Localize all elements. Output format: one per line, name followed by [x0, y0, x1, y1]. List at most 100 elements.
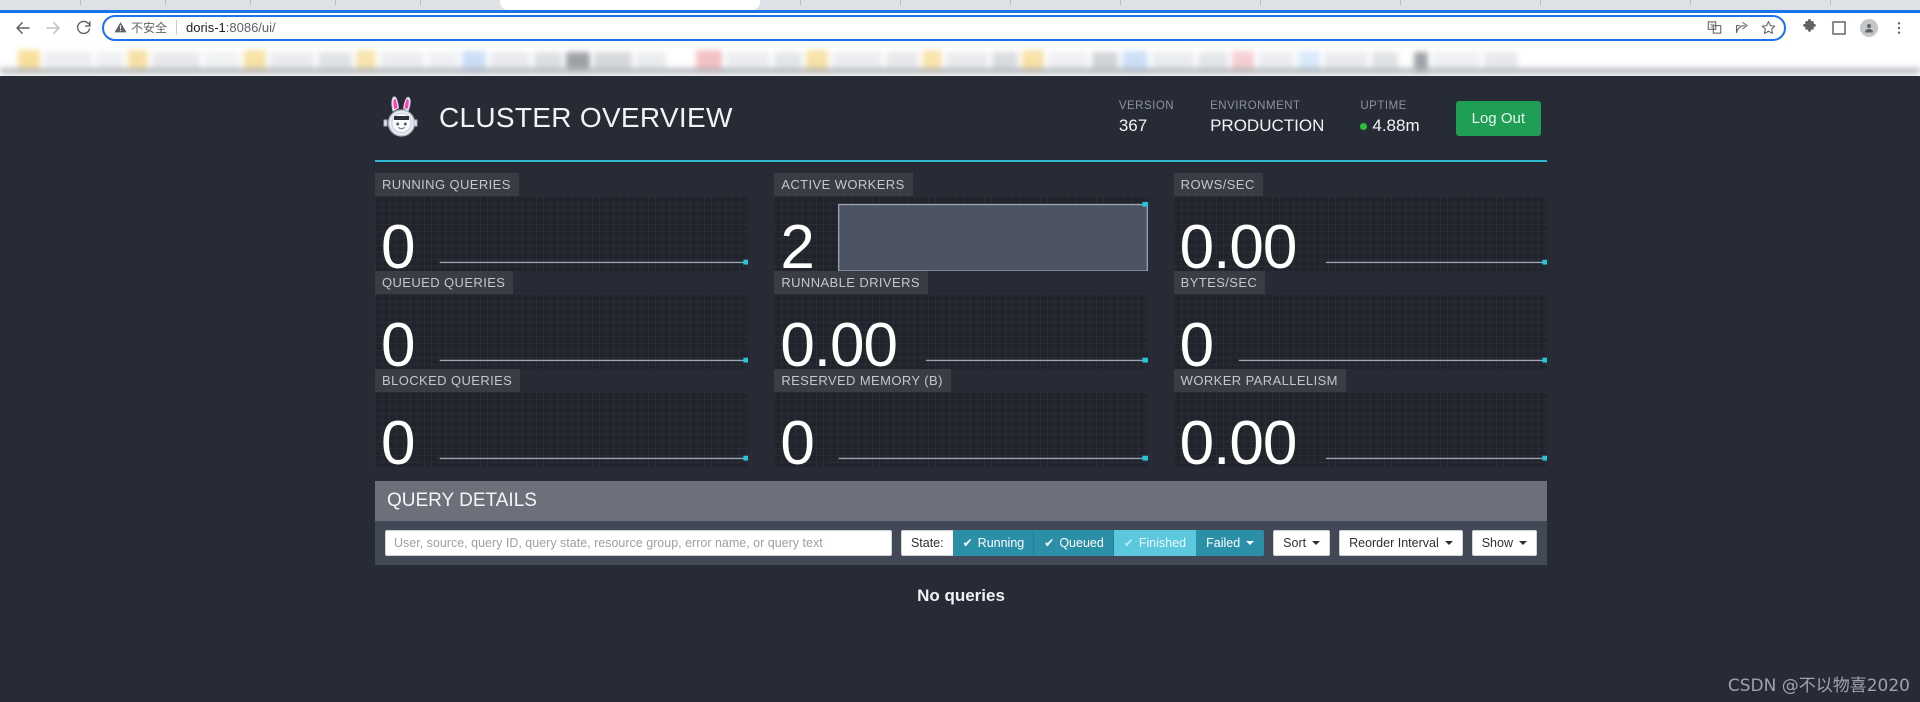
stat-tile-queued-queries: QUEUED QUERIES 0 [375, 271, 749, 370]
sparkline-endpoint [1542, 357, 1547, 363]
tile-label: BYTES/SEC [1173, 271, 1266, 294]
tab-strip[interactable] [0, 0, 1920, 10]
state-filter-failed[interactable]: Failed [1196, 530, 1265, 556]
tile-body: 0.00 [1173, 196, 1547, 272]
cluster-stat-grid: RUNNING QUERIES 0 ACTIVE WORKERS 2 ROWS/… [375, 162, 1547, 467]
cluster-overview-page: CLUSTER OVERVIEW VERSION 367 ENVIRONMENT… [0, 76, 1920, 702]
tile-value: 0.00 [780, 311, 898, 370]
security-status-label: 不安全 [131, 21, 168, 35]
browser-toolbar: 不安全 doris-1:8086/ui/ 文 [0, 13, 1920, 42]
bunny-astronaut-logo-icon [381, 95, 423, 141]
back-icon[interactable] [8, 15, 38, 41]
tile-value: 0 [381, 409, 415, 468]
tile-label: WORKER PARALLELISM [1173, 369, 1346, 392]
account-avatar-icon[interactable] [1856, 15, 1882, 41]
state-filter-group: State: ✔ Running ✔ Queued ✔ Finished Fai… [900, 530, 1265, 556]
header-stat-environment: ENVIRONMENT PRODUCTION [1210, 100, 1324, 136]
state-filter-queued[interactable]: ✔ Queued [1034, 530, 1114, 556]
sort-dropdown-label: Sort [1283, 536, 1307, 550]
uptime-value: 4.88m [1372, 116, 1420, 135]
header-stat-uptime: UPTIME 4.88m [1360, 100, 1420, 136]
reorder-interval-dropdown[interactable]: Reorder Interval [1339, 530, 1463, 556]
star-icon[interactable] [1761, 20, 1776, 35]
query-details-filter-bar: User, source, query ID, query state, res… [375, 521, 1547, 565]
tile-label: RESERVED MEMORY (B) [774, 369, 951, 392]
tile-body: 0 [375, 294, 749, 370]
stat-tile-worker-parallelism: WORKER PARALLELISM 0.00 [1173, 369, 1547, 468]
omnibox-divider [176, 20, 178, 35]
chevron-down-icon [1519, 541, 1527, 545]
page-title: CLUSTER OVERVIEW [439, 102, 733, 133]
reorder-interval-dropdown-label: Reorder Interval [1349, 536, 1439, 550]
puzzle-piece-icon[interactable] [1796, 15, 1822, 41]
address-bar-url[interactable]: doris-1:8086/ui/ [186, 20, 276, 35]
svg-text:文: 文 [1710, 23, 1715, 30]
status-dot-icon [1360, 123, 1368, 131]
tile-value: 0.00 [1179, 409, 1298, 468]
search-input[interactable]: User, source, query ID, query state, res… [385, 530, 892, 556]
uptime-label: UPTIME [1360, 100, 1407, 112]
tile-label: RUNNING QUERIES [375, 173, 519, 196]
sparkline-endpoint [743, 357, 749, 363]
reload-icon[interactable] [68, 15, 98, 41]
uptime-value-wrap: 4.88m [1360, 116, 1420, 136]
browser-tab-active[interactable] [500, 0, 760, 10]
tile-value: 0 [1179, 311, 1214, 370]
version-value: 367 [1118, 116, 1148, 135]
tile-body: 0 [375, 196, 749, 271]
query-details-panel: QUERY DETAILS User, source, query ID, qu… [375, 481, 1547, 627]
tile-value: 0 [381, 311, 415, 370]
forward-icon[interactable] [38, 15, 68, 41]
environment-value: PRODUCTION [1210, 116, 1325, 135]
bookmarks-bar-blurred[interactable] [0, 42, 1920, 76]
share-icon[interactable] [1734, 20, 1749, 35]
sparkline-endpoint [1142, 201, 1148, 207]
chevron-down-icon [1246, 541, 1255, 545]
tile-value: 0 [780, 409, 814, 468]
three-dot-menu-icon[interactable] [1886, 15, 1912, 41]
check-icon: ✔ [1044, 536, 1055, 550]
query-list-empty-state: No queries [375, 565, 1547, 627]
stat-tile-active-workers: ACTIVE WORKERS 2 [774, 173, 1148, 272]
browser-window: 不安全 doris-1:8086/ui/ 文 CLUSTER OVERVIEW … [0, 0, 1920, 702]
check-icon: ✔ [962, 536, 973, 550]
query-details-title: QUERY DETAILS [375, 481, 1547, 521]
tile-label: BLOCKED QUERIES [375, 369, 521, 392]
state-filter-finished[interactable]: ✔ Finished [1113, 530, 1197, 556]
tile-body: 0.00 [1173, 392, 1547, 468]
empty-message: No queries [917, 586, 1005, 605]
stat-tile-running-queries: RUNNING QUERIES 0 [375, 173, 749, 271]
tile-value: 0.00 [1179, 213, 1298, 272]
warning-triangle-icon [114, 21, 127, 34]
environment-label: ENVIRONMENT [1210, 100, 1301, 112]
sparkline-endpoint [743, 259, 749, 265]
tile-body: 0 [375, 392, 749, 468]
csdn-watermark: CSDN @不以物喜2020 [1727, 676, 1910, 696]
header-stat-version: VERSION 367 [1119, 100, 1174, 136]
show-dropdown[interactable]: Show [1471, 530, 1537, 556]
address-bar[interactable]: 不安全 doris-1:8086/ui/ 文 [102, 14, 1786, 41]
stat-tile-blocked-queries: BLOCKED QUERIES 0 [375, 369, 749, 468]
url-host: doris-1 [186, 20, 226, 35]
stat-tile-reserved-memory: RESERVED MEMORY (B) 0 [774, 369, 1148, 468]
check-icon: ✔ [1123, 536, 1134, 550]
tile-label: QUEUED QUERIES [375, 271, 514, 294]
chevron-down-icon [1312, 541, 1321, 545]
tile-value: 2 [780, 213, 814, 272]
tile-label: ACTIVE WORKERS [774, 173, 913, 196]
url-path: :8086/ui/ [225, 20, 276, 35]
state-filter-running[interactable]: ✔ Running [952, 530, 1035, 556]
state-filter-queued-label: Queued [1059, 536, 1104, 550]
tile-label: ROWS/SEC [1173, 173, 1263, 196]
sort-dropdown[interactable]: Sort [1273, 530, 1331, 556]
tile-body: 2 [774, 196, 1148, 272]
sparkline-endpoint [1142, 455, 1148, 461]
tile-label: RUNNABLE DRIVERS [774, 271, 928, 294]
chevron-down-icon [1444, 541, 1453, 545]
show-dropdown-label: Show [1481, 536, 1513, 550]
state-filter-failed-label: Failed [1206, 536, 1241, 550]
translate-icon[interactable]: 文 [1707, 20, 1722, 35]
log-out-button[interactable]: Log Out [1455, 100, 1541, 136]
side-panel-icon[interactable] [1826, 15, 1852, 41]
state-filter-running-label: Running [977, 536, 1025, 550]
